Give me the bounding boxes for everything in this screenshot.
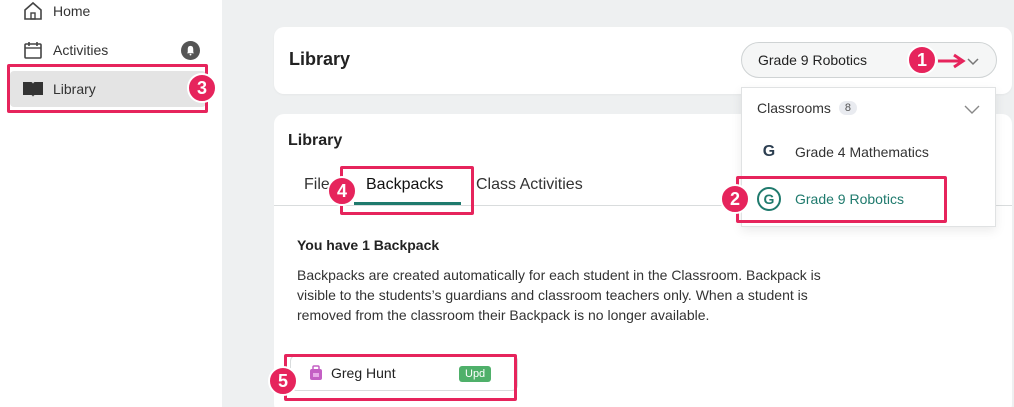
dropdown-item-label: Grade 9 Robotics	[795, 191, 904, 207]
step-marker-4: 4	[327, 176, 357, 206]
sidebar-item-label: Activities	[53, 42, 109, 58]
backpack-description: Backpacks are created automatically for …	[297, 267, 821, 323]
tab-backpacks[interactable]: Backpacks	[366, 176, 443, 194]
classrooms-count-badge: 8	[838, 101, 858, 115]
active-tab-indicator	[354, 202, 461, 205]
chevron-down-icon[interactable]	[963, 102, 981, 120]
step-marker-2: 2	[720, 184, 750, 214]
arrow-icon	[938, 53, 966, 69]
dropdown-item-grade-4-mathematics[interactable]: G Grade 4 Mathematics	[757, 138, 929, 166]
sidebar-item-label: Library	[53, 81, 96, 97]
classrooms-header-label: Classrooms	[757, 100, 831, 116]
classroom-logo-icon: G	[757, 187, 781, 211]
classroom-dropdown: Classrooms 8 G Grade 4 Mathematics G Gra…	[741, 87, 996, 227]
backpack-item[interactable]: Greg Hunt Upd	[290, 355, 518, 391]
classroom-select-value: Grade 9 Robotics	[758, 52, 867, 68]
sidebar-item-label: Home	[53, 3, 91, 19]
dropdown-item-grade-9-robotics[interactable]: G Grade 9 Robotics	[757, 185, 904, 213]
home-icon	[22, 0, 44, 22]
backpack-count-heading: You have 1 Backpack	[297, 237, 440, 253]
dropdown-item-label: Grade 4 Mathematics	[795, 144, 929, 160]
updated-badge: Upd	[459, 366, 492, 382]
bell-icon[interactable]	[181, 41, 200, 60]
classrooms-header[interactable]: Classrooms 8	[757, 100, 858, 116]
book-icon	[22, 78, 44, 100]
library-section-title: Library	[288, 132, 343, 149]
header-card: Library Grade 9 Robotics	[274, 27, 1012, 94]
classroom-logo-icon: G	[762, 143, 776, 160]
sidebar: Home Activities Library	[0, 0, 222, 407]
step-marker-5: 5	[268, 366, 298, 396]
sidebar-item-home[interactable]: Home	[10, 0, 206, 29]
backpack-icon	[309, 365, 323, 381]
sidebar-item-library[interactable]: Library	[10, 71, 206, 107]
step-marker-3: 3	[187, 73, 217, 103]
chevron-down-icon	[966, 54, 980, 71]
calendar-icon	[22, 39, 44, 61]
backpack-student-name: Greg Hunt	[331, 365, 396, 381]
sidebar-item-activities[interactable]: Activities	[10, 32, 206, 68]
step-marker-1: 1	[907, 45, 937, 75]
page-title: Library	[289, 49, 351, 69]
tab-class-activities[interactable]: Class Activities	[476, 176, 583, 194]
